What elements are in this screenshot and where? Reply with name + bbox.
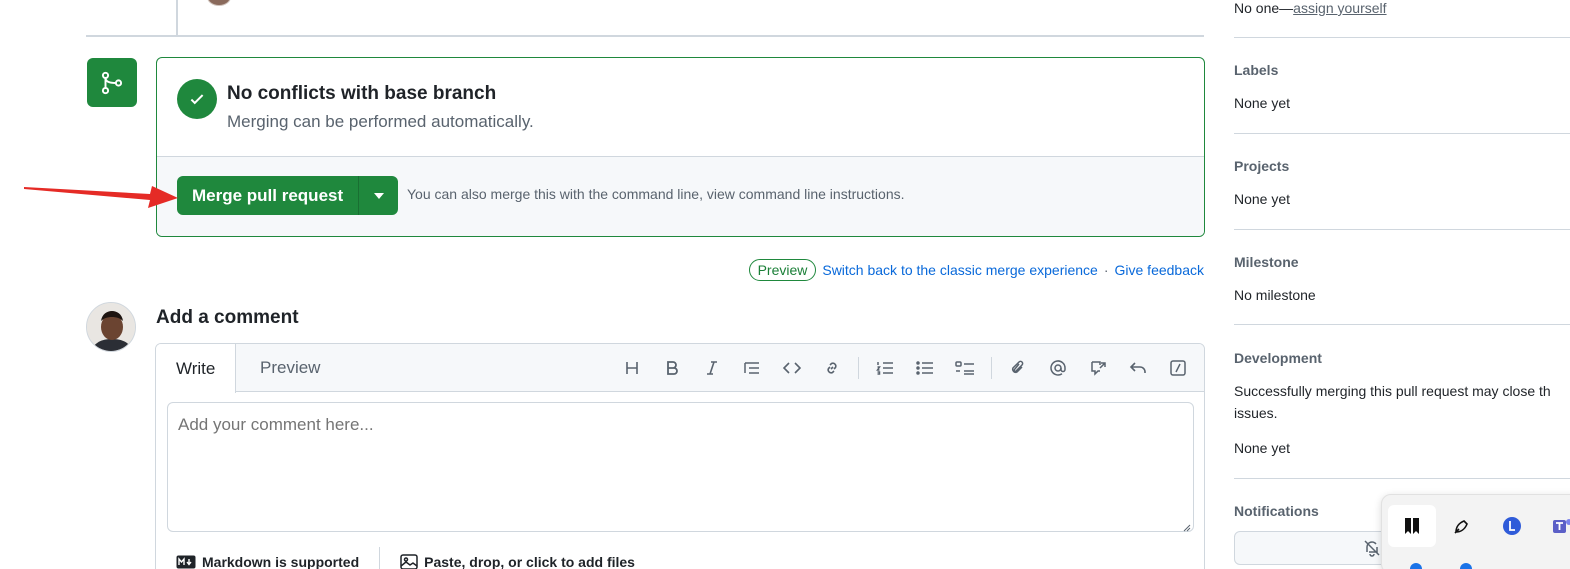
notifications-heading: Notifications [1234, 503, 1319, 519]
attach-icon[interactable] [998, 356, 1038, 380]
notifications-button[interactable] [1234, 531, 1394, 565]
editor-header: Write Preview [156, 344, 1204, 393]
italic-icon[interactable] [692, 356, 732, 380]
cross-reference-icon[interactable] [1078, 356, 1118, 380]
ordered-list-icon[interactable] [865, 356, 905, 380]
bold-icon[interactable] [652, 356, 692, 380]
toolbar-divider [991, 357, 992, 379]
comment-textarea[interactable] [167, 402, 1194, 532]
assignees-none: No one— [1234, 0, 1294, 16]
separator-dot: · [1103, 262, 1109, 278]
dock-app-partial [1410, 563, 1422, 569]
comment-editor: Write Preview Markdown is supported [155, 343, 1205, 569]
add-files[interactable]: Paste, drop, or click to add files [380, 554, 655, 569]
assignees-value: No one—assign yourself [1234, 0, 1387, 16]
sidebar-divider [1234, 229, 1570, 230]
milestone-heading[interactable]: Milestone [1234, 254, 1299, 270]
markdown-note: Markdown is supported [202, 554, 360, 569]
development-value: None yet [1234, 440, 1291, 456]
milestone-value: No milestone [1234, 287, 1316, 303]
development-heading[interactable]: Development [1234, 350, 1322, 366]
assign-yourself-link[interactable]: assign yourself [1293, 0, 1386, 16]
slash-command-icon[interactable] [1158, 356, 1198, 380]
merge-box: No conflicts with base branch Merging ca… [156, 57, 1205, 237]
sidebar-divider [1234, 133, 1570, 134]
l-circle-app-icon[interactable] [1488, 505, 1536, 547]
bookmark-app-icon[interactable] [1388, 505, 1436, 547]
preview-badge: Preview [748, 259, 817, 281]
merge-options-dropdown[interactable] [359, 176, 398, 215]
editor-footer: Markdown is supported Paste, drop, or cl… [156, 542, 1204, 569]
mention-icon[interactable] [1038, 356, 1078, 380]
projects-heading[interactable]: Projects [1234, 158, 1289, 174]
merge-footer: Merge pull request You can also merge th… [157, 156, 1204, 236]
merge-button-group: Merge pull request [177, 176, 399, 215]
dock-app-partial [1460, 563, 1472, 569]
merge-experience-bar: Preview Switch back to the classic merge… [748, 259, 1205, 281]
image-icon [400, 554, 418, 569]
give-feedback-link[interactable]: Give feedback [1115, 262, 1205, 278]
unordered-list-icon[interactable] [905, 356, 945, 380]
labels-value: None yet [1234, 95, 1291, 111]
teams-app-icon[interactable] [1538, 505, 1570, 547]
pr-sidebar: No one—assign yourself Labels None yet P… [1234, 0, 1570, 569]
reply-icon[interactable] [1118, 356, 1158, 380]
resize-grip-icon[interactable] [1181, 522, 1191, 532]
bell-slash-icon [1364, 540, 1380, 557]
code-icon[interactable] [772, 356, 812, 380]
triangle-down-icon [373, 192, 384, 199]
floating-app-dock [1381, 494, 1570, 569]
heading-icon[interactable] [612, 356, 652, 380]
merge-status: No conflicts with base branch Merging ca… [157, 58, 1204, 156]
check-icon [177, 79, 217, 119]
sidebar-divider [1234, 324, 1570, 325]
timeline-line [176, 0, 178, 36]
toolbar-divider [858, 357, 859, 379]
projects-value: None yet [1234, 191, 1291, 207]
link-icon[interactable] [812, 356, 852, 380]
timeline-avatar [207, 0, 231, 6]
markdown-toolbar [612, 356, 1198, 380]
command-line-hint: You can also merge this with the command… [407, 186, 905, 202]
add-comment-heading: Add a comment [156, 307, 299, 328]
labels-heading[interactable]: Labels [1234, 62, 1278, 78]
quote-icon[interactable] [732, 356, 772, 380]
git-merge-icon [101, 71, 123, 94]
merge-status-tile [87, 58, 137, 107]
markdown-icon [176, 555, 196, 569]
tab-preview[interactable]: Preview [240, 344, 340, 392]
sidebar-divider [1234, 478, 1570, 479]
pen-app-icon[interactable] [1438, 505, 1486, 547]
merge-status-subtitle: Merging can be performed automatically. [227, 112, 534, 131]
tab-write[interactable]: Write [156, 344, 237, 393]
merge-pull-request-button[interactable]: Merge pull request [177, 176, 360, 215]
avatar[interactable] [86, 302, 136, 352]
sidebar-divider [1234, 37, 1570, 38]
development-text: Successfully merging this pull request m… [1234, 383, 1551, 399]
task-list-icon[interactable] [945, 356, 985, 380]
switch-classic-link[interactable]: Switch back to the classic merge experie… [822, 262, 1097, 278]
timeline-divider [86, 35, 1204, 37]
markdown-supported[interactable]: Markdown is supported [156, 554, 379, 569]
files-note: Paste, drop, or click to add files [424, 554, 635, 569]
development-text-cont: issues. [1234, 405, 1278, 421]
merge-status-title: No conflicts with base branch [227, 83, 497, 104]
